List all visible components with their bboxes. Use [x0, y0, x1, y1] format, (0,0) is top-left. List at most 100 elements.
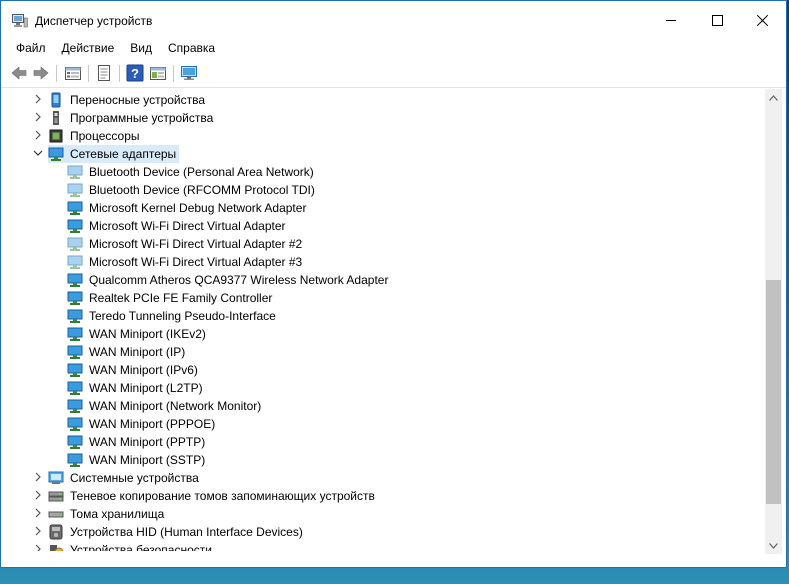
tree-category-system[interactable]: Системные устройства [8, 469, 748, 487]
back-icon[interactable] [10, 64, 28, 82]
tree-device[interactable]: Microsoft Wi-Fi Direct Virtual Adapter #… [8, 253, 748, 271]
network-adapter-icon [67, 273, 83, 287]
expand-arrow-icon[interactable] [33, 472, 43, 482]
expand-arrow-icon[interactable] [33, 112, 43, 122]
tree-device[interactable]: Bluetooth Device (Personal Area Network) [8, 163, 748, 181]
tree-device[interactable]: Microsoft Kernel Debug Network Adapter [8, 199, 748, 217]
toolbar-separator [88, 65, 89, 82]
tree-label: WAN Miniport (Network Monitor) [89, 399, 262, 413]
tree-device[interactable]: Realtek PCIe FE Family Controller [8, 289, 748, 307]
tree-label: WAN Miniport (IKEv2) [89, 327, 206, 341]
document-icon[interactable] [95, 64, 113, 82]
network-adapter-icon [67, 363, 83, 377]
expand-arrow-icon[interactable] [33, 508, 43, 518]
network-adapter-icon [67, 309, 83, 323]
menu-file[interactable]: Файл [8, 39, 54, 59]
tree-device[interactable]: Microsoft Wi-Fi Direct Virtual Adapter [8, 217, 748, 235]
expand-arrow-icon[interactable] [33, 490, 43, 500]
help-icon[interactable]: ? [126, 64, 144, 82]
scrollbar-thumb[interactable] [766, 280, 781, 504]
toolbar: ? [1, 60, 786, 88]
tree-label: Microsoft Kernel Debug Network Adapter [89, 201, 307, 215]
security-device-icon [50, 545, 64, 551]
scroll-up-button[interactable] [765, 89, 782, 106]
tree-category-portable[interactable]: Переносные устройства [8, 91, 748, 109]
tree-category-volume-shadow[interactable]: Теневое копирование томов запоминающих у… [8, 487, 748, 505]
chevron-up-icon [769, 94, 778, 101]
tree-device[interactable]: WAN Miniport (PPPOE) [8, 415, 748, 433]
tree-label: Microsoft Wi-Fi Direct Virtual Adapter [89, 219, 286, 233]
close-button[interactable] [740, 1, 786, 39]
tree-device[interactable]: WAN Miniport (IKEv2) [8, 325, 748, 343]
volume-shadow-icon [48, 491, 64, 502]
tree-device[interactable]: Qualcomm Atheros QCA9377 Wireless Networ… [8, 271, 748, 289]
vertical-scrollbar[interactable] [765, 89, 782, 554]
network-adapter-disabled-icon [67, 183, 83, 197]
tree-device[interactable]: WAN Miniport (IP) [8, 343, 748, 361]
view-icon[interactable] [149, 64, 167, 82]
tree-label: Процессоры [70, 129, 140, 143]
tree-label: Microsoft Wi-Fi Direct Virtual Adapter #… [89, 255, 303, 269]
network-adapter-icon [67, 345, 83, 359]
minimize-button[interactable] [648, 1, 694, 39]
tree-label: Microsoft Wi-Fi Direct Virtual Adapter #… [89, 237, 303, 251]
monitor-icon[interactable] [180, 64, 198, 82]
maximize-button[interactable] [694, 1, 740, 39]
tree-device[interactable]: WAN Miniport (Network Monitor) [8, 397, 748, 415]
tree-label: WAN Miniport (SSTP) [89, 453, 206, 467]
system-device-icon [48, 471, 64, 484]
tree-device[interactable]: Microsoft Wi-Fi Direct Virtual Adapter #… [8, 235, 748, 253]
toolbar-separator [173, 65, 174, 82]
properties-list-icon[interactable] [64, 64, 82, 82]
tree-label: WAN Miniport (PPTP) [89, 435, 206, 449]
expand-arrow-icon[interactable] [33, 94, 43, 104]
svg-text:?: ? [131, 66, 139, 81]
expand-arrow-icon[interactable] [33, 544, 43, 551]
tree-label: Teredo Tunneling Pseudo-Interface [89, 309, 276, 323]
minimize-icon [666, 19, 676, 21]
expand-arrow-icon[interactable] [33, 130, 43, 140]
tree-label: Устройства безопасности [70, 543, 212, 551]
window-title: Диспетчер устройств [35, 14, 153, 28]
title-bar[interactable]: Диспетчер устройств [1, 1, 786, 39]
processor-icon [49, 129, 63, 143]
menu-help[interactable]: Справка [160, 39, 223, 59]
menu-action[interactable]: Действие [54, 39, 123, 59]
tree-device[interactable]: WAN Miniport (IPv6) [8, 361, 748, 379]
tree-category-processors[interactable]: Процессоры [8, 127, 748, 145]
tree-label: WAN Miniport (L2TP) [89, 381, 203, 395]
tree-label: Переносные устройства [70, 93, 206, 107]
tree-category-storage-volumes[interactable]: Тома хранилища [8, 505, 748, 523]
network-adapter-icon [67, 453, 83, 467]
tree-device[interactable]: WAN Miniport (SSTP) [8, 451, 748, 469]
tree-label: Qualcomm Atheros QCA9377 Wireless Networ… [89, 273, 389, 287]
network-adapter-icon [48, 147, 64, 161]
tree-device[interactable]: WAN Miniport (PPTP) [8, 433, 748, 451]
collapse-arrow-icon[interactable] [33, 148, 43, 158]
tree-label: Realtek PCIe FE Family Controller [89, 291, 273, 305]
network-adapter-icon [67, 327, 83, 341]
menu-bar: Файл Действие Вид Справка [1, 39, 789, 59]
tree-label: WAN Miniport (IP) [89, 345, 186, 359]
tree-category-network[interactable]: Сетевые адаптеры [8, 145, 748, 163]
tree-label: Системные устройства [70, 471, 199, 485]
tree-device[interactable]: WAN Miniport (L2TP) [8, 379, 748, 397]
menu-view[interactable]: Вид [122, 39, 160, 59]
tree-category-security[interactable]: Устройства безопасности [8, 541, 748, 551]
tree-device[interactable]: Bluetooth Device (RFCOMM Protocol TDI) [8, 181, 748, 199]
device-manager-icon [12, 14, 28, 28]
toolbar-separator [119, 65, 120, 82]
expand-arrow-icon[interactable] [33, 526, 43, 536]
tree-label: Сетевые адаптеры [70, 147, 177, 161]
scroll-down-button[interactable] [765, 537, 782, 554]
network-adapter-icon [67, 417, 83, 431]
tree-label: Bluetooth Device (Personal Area Network) [89, 165, 314, 179]
forward-icon[interactable] [32, 64, 50, 82]
storage-volume-icon [48, 511, 64, 518]
tree-device[interactable]: Teredo Tunneling Pseudo-Interface [8, 307, 748, 325]
close-icon [757, 14, 769, 26]
tree-category-hid[interactable]: Устройства HID (Human Interface Devices) [8, 523, 748, 541]
portable-device-icon [51, 92, 61, 108]
tree-category-software[interactable]: Программные устройства [8, 109, 748, 127]
tree-label: Тома хранилища [70, 507, 165, 521]
